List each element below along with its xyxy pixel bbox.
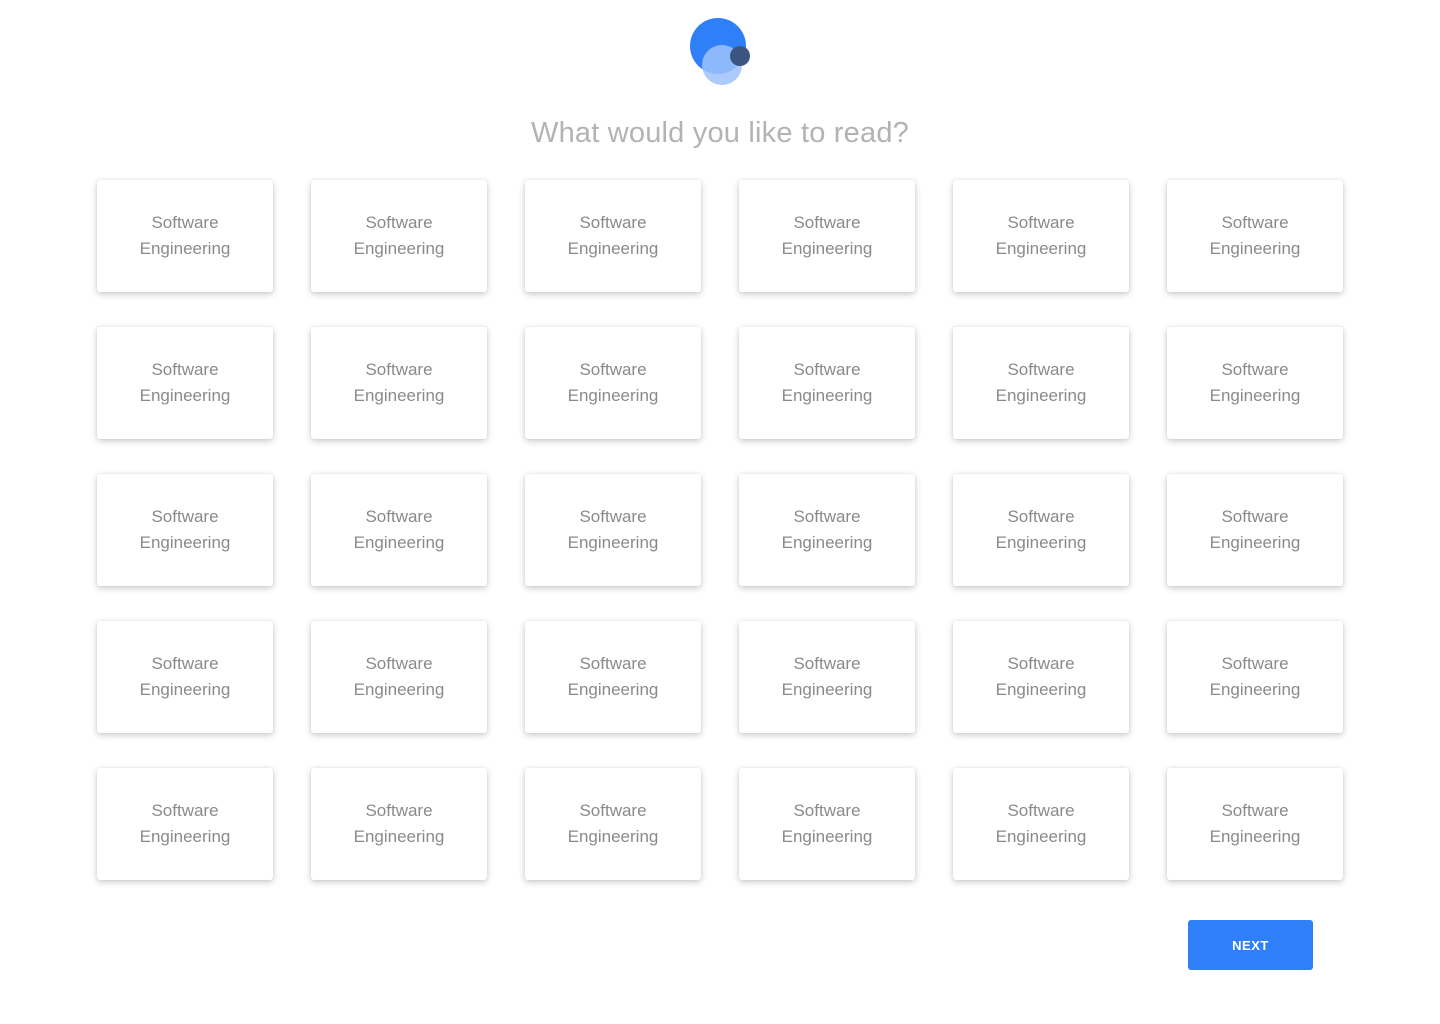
topic-card-label: Software Engineering [1209, 213, 1301, 258]
topic-card-label: Software Engineering [781, 360, 873, 405]
topic-card[interactable]: Software Engineering [1167, 474, 1343, 586]
topic-card[interactable]: Software Engineering [311, 327, 487, 439]
topic-card-label: Software Engineering [995, 360, 1087, 405]
topic-card[interactable]: Software Engineering [311, 180, 487, 292]
topic-card[interactable]: Software Engineering [525, 768, 701, 880]
topic-card[interactable]: Software Engineering [1167, 180, 1343, 292]
topic-card[interactable]: Software Engineering [739, 327, 915, 439]
topic-card[interactable]: Software Engineering [739, 474, 915, 586]
topic-card-label: Software Engineering [781, 801, 873, 846]
topic-card-label: Software Engineering [781, 213, 873, 258]
topic-card[interactable]: Software Engineering [1167, 768, 1343, 880]
topic-card-label: Software Engineering [567, 213, 659, 258]
topic-card-label: Software Engineering [781, 654, 873, 699]
topic-card[interactable]: Software Engineering [97, 621, 273, 733]
topic-card[interactable]: Software Engineering [525, 474, 701, 586]
topic-card-label: Software Engineering [995, 801, 1087, 846]
brand-logo-icon [689, 17, 753, 85]
topic-card-label: Software Engineering [567, 360, 659, 405]
topic-card[interactable]: Software Engineering [953, 768, 1129, 880]
topic-card-label: Software Engineering [353, 360, 445, 405]
page-title: What would you like to read? [531, 117, 909, 149]
topic-card-label: Software Engineering [995, 213, 1087, 258]
topic-card[interactable]: Software Engineering [739, 768, 915, 880]
topic-card-label: Software Engineering [781, 507, 873, 552]
topic-card-label: Software Engineering [567, 507, 659, 552]
topic-card-label: Software Engineering [139, 360, 231, 405]
topic-card-label: Software Engineering [139, 507, 231, 552]
topic-card-label: Software Engineering [567, 801, 659, 846]
topic-card-label: Software Engineering [139, 213, 231, 258]
topic-card-label: Software Engineering [139, 801, 231, 846]
topic-card[interactable]: Software Engineering [953, 180, 1129, 292]
topic-card-label: Software Engineering [1209, 654, 1301, 699]
topic-card-label: Software Engineering [567, 654, 659, 699]
topic-card[interactable]: Software Engineering [1167, 621, 1343, 733]
topic-card[interactable]: Software Engineering [311, 768, 487, 880]
topic-card[interactable]: Software Engineering [311, 474, 487, 586]
topic-card[interactable]: Software Engineering [739, 621, 915, 733]
topic-card[interactable]: Software Engineering [953, 621, 1129, 733]
topic-card-label: Software Engineering [353, 507, 445, 552]
topic-card[interactable]: Software Engineering [97, 327, 273, 439]
topic-card-label: Software Engineering [1209, 360, 1301, 405]
topic-card[interactable]: Software Engineering [1167, 327, 1343, 439]
topic-card[interactable]: Software Engineering [525, 180, 701, 292]
topic-selection-page: What would you like to read? Software En… [0, 0, 1440, 1024]
topic-card[interactable]: Software Engineering [311, 621, 487, 733]
topic-card[interactable]: Software Engineering [953, 327, 1129, 439]
topic-card-label: Software Engineering [353, 801, 445, 846]
topic-card-label: Software Engineering [1209, 507, 1301, 552]
topic-card[interactable]: Software Engineering [97, 474, 273, 586]
topic-card[interactable]: Software Engineering [97, 180, 273, 292]
topic-card-label: Software Engineering [995, 507, 1087, 552]
topic-card[interactable]: Software Engineering [739, 180, 915, 292]
topic-card-label: Software Engineering [139, 654, 231, 699]
topic-card[interactable]: Software Engineering [97, 768, 273, 880]
topic-card-label: Software Engineering [995, 654, 1087, 699]
next-button[interactable]: NEXT [1188, 920, 1313, 970]
topic-card-label: Software Engineering [1209, 801, 1301, 846]
topic-card-label: Software Engineering [353, 213, 445, 258]
topic-card[interactable]: Software Engineering [953, 474, 1129, 586]
topic-grid: Software Engineering Software Engineering… [97, 180, 1343, 880]
topic-card[interactable]: Software Engineering [525, 621, 701, 733]
topic-card-label: Software Engineering [353, 654, 445, 699]
topic-card[interactable]: Software Engineering [525, 327, 701, 439]
